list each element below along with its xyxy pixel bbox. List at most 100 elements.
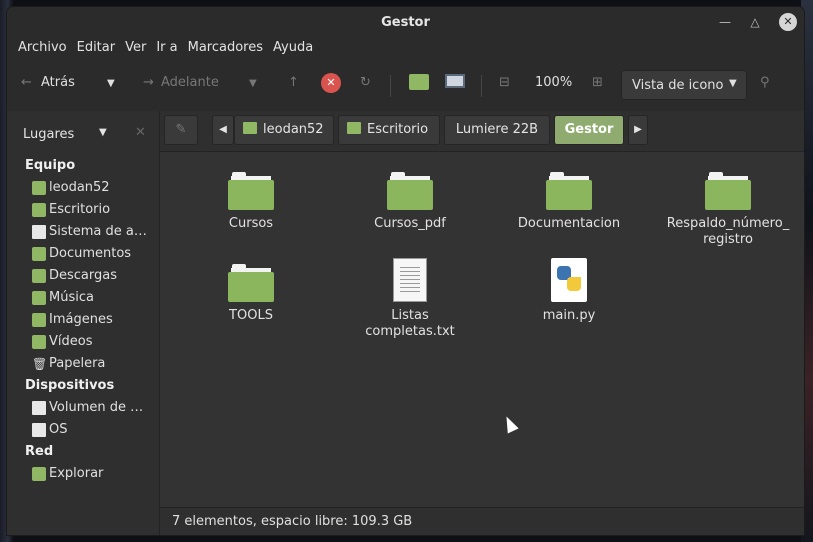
breadcrumb-leodan52[interactable]: leodan52 bbox=[234, 115, 334, 145]
places-label: Lugares bbox=[23, 127, 75, 142]
file-manager-window: Gestor — △ ✕ Archivo Editar Ver Ir a Mar… bbox=[7, 7, 804, 535]
file-item[interactable]: TOOLS bbox=[186, 264, 316, 324]
folder-icon bbox=[546, 172, 592, 210]
folder-icon bbox=[32, 269, 46, 283]
home-icon bbox=[32, 181, 46, 195]
back-history-dropdown[interactable]: ▼ bbox=[107, 78, 115, 89]
up-arrow-icon[interactable]: ↑ bbox=[288, 75, 299, 90]
chevron-down-icon: ▼ bbox=[729, 78, 737, 89]
python-file-icon bbox=[551, 258, 587, 302]
breadcrumb-gestor[interactable]: Gestor bbox=[554, 115, 624, 145]
computer-icon[interactable] bbox=[445, 74, 465, 88]
path-scroll-right-button[interactable]: ▶ bbox=[628, 115, 648, 145]
toolbar-separator bbox=[481, 75, 482, 97]
reload-icon[interactable]: ↻ bbox=[360, 75, 371, 90]
file-name: Listas completas.txt bbox=[365, 308, 455, 339]
sidebar-item-videos[interactable]: Vídeos bbox=[7, 331, 147, 353]
status-bar: 7 elementos, espacio libre: 109.3 GB bbox=[160, 507, 804, 535]
forward-history-dropdown[interactable]: ▼ bbox=[249, 78, 257, 89]
folder-icon bbox=[347, 122, 361, 134]
status-text: 7 elementos, espacio libre: 109.3 GB bbox=[172, 514, 413, 529]
drive-icon bbox=[32, 401, 46, 415]
folder-icon bbox=[228, 264, 274, 302]
path-bar: ✎ ◀ leodan52 Escritorio Lumiere 22B Gest… bbox=[160, 111, 804, 152]
network-icon bbox=[32, 467, 46, 481]
toolbar: ← Atrás ▼ → Adelante ▼ ↑ ✕ ↻ ⊟ 100% ⊞ Vi… bbox=[7, 61, 804, 112]
file-item[interactable]: Listas completas.txt bbox=[345, 258, 475, 340]
file-item[interactable]: main.py bbox=[504, 258, 634, 324]
file-name: TOOLS bbox=[229, 308, 273, 323]
menu-marcadores[interactable]: Marcadores bbox=[183, 37, 268, 61]
folder-icon bbox=[32, 247, 46, 261]
menu-bar: Archivo Editar Ver Ir a Marcadores Ayuda bbox=[7, 37, 804, 61]
menu-ver[interactable]: Ver bbox=[120, 37, 151, 61]
stop-icon[interactable]: ✕ bbox=[321, 73, 341, 93]
file-name: Cursos bbox=[228, 216, 274, 231]
title-bar: Gestor — △ ✕ bbox=[7, 7, 804, 37]
forward-button[interactable]: Adelante bbox=[161, 75, 219, 90]
home-icon bbox=[243, 122, 257, 134]
folder-icon bbox=[32, 203, 46, 217]
zoom-in-icon[interactable]: ⊞ bbox=[592, 75, 603, 90]
section-red: Red bbox=[25, 444, 54, 459]
folder-icon bbox=[705, 172, 751, 210]
breadcrumb-escritorio[interactable]: Escritorio bbox=[338, 115, 440, 145]
sidebar-item-musica[interactable]: Música bbox=[7, 287, 147, 309]
file-name: Cursos_pdf bbox=[374, 216, 446, 231]
sidebar-item-imagenes[interactable]: Imágenes bbox=[7, 309, 147, 331]
forward-arrow-icon: → bbox=[143, 75, 154, 90]
menu-editar[interactable]: Editar bbox=[72, 37, 121, 61]
sidebar-item-papelera[interactable]: 🗑 Papelera bbox=[7, 353, 147, 375]
file-name: Respaldo_número_ registro bbox=[666, 216, 790, 247]
file-item[interactable]: Cursos bbox=[186, 172, 316, 232]
path-scroll-left-button[interactable]: ◀ bbox=[212, 115, 234, 145]
file-grid: Cursos Cursos_pdf Documentacion Respaldo… bbox=[160, 152, 804, 507]
drive-icon bbox=[32, 423, 46, 437]
zoom-level: 100% bbox=[535, 75, 573, 90]
back-button[interactable]: Atrás bbox=[41, 75, 75, 90]
folder-icon bbox=[387, 172, 433, 210]
sidebar-item-escritorio[interactable]: Escritorio bbox=[7, 199, 147, 221]
drive-icon bbox=[32, 225, 46, 239]
back-arrow-icon: ← bbox=[21, 75, 32, 90]
sidebar-item-volumen[interactable]: Volumen de 1… bbox=[7, 397, 147, 419]
zoom-out-icon[interactable]: ⊟ bbox=[499, 75, 510, 90]
sidebar-item-os[interactable]: OS bbox=[7, 419, 147, 441]
sidebar-item-explorar[interactable]: Explorar bbox=[7, 463, 147, 485]
section-dispositivos: Dispositivos bbox=[25, 378, 115, 393]
file-item[interactable]: Documentacion bbox=[504, 172, 634, 232]
home-folder-icon[interactable] bbox=[409, 74, 429, 90]
sidebar-item-filesystem[interactable]: Sistema de arc… bbox=[7, 221, 147, 243]
view-mode-label: Vista de icono bbox=[632, 78, 724, 93]
places-list: Equipo leodan52 Escritorio Sistema de ar… bbox=[7, 155, 159, 485]
menu-archivo[interactable]: Archivo bbox=[13, 37, 72, 61]
folder-icon bbox=[32, 291, 46, 305]
chevron-down-icon: ▼ bbox=[99, 127, 107, 138]
minimize-button[interactable]: — bbox=[716, 13, 734, 31]
text-file-icon bbox=[393, 258, 427, 302]
maximize-button[interactable]: △ bbox=[746, 13, 764, 31]
folder-icon bbox=[32, 335, 46, 349]
window-title: Gestor bbox=[381, 15, 430, 30]
section-equipo: Equipo bbox=[25, 158, 76, 173]
sidebar: Lugares ▼ ✕ Equipo leodan52 Escritorio S… bbox=[7, 111, 160, 535]
view-mode-select[interactable]: Vista de icono ▼ bbox=[621, 70, 747, 100]
sidebar-item-documentos[interactable]: Documentos bbox=[7, 243, 147, 265]
places-selector[interactable]: Lugares ▼ ✕ bbox=[13, 119, 153, 149]
close-button[interactable]: ✕ bbox=[779, 13, 797, 31]
file-name: main.py bbox=[542, 308, 596, 323]
edit-path-icon[interactable]: ✎ bbox=[164, 115, 198, 145]
sidebar-item-leodan52[interactable]: leodan52 bbox=[7, 177, 147, 199]
sidebar-item-descargas[interactable]: Descargas bbox=[7, 265, 147, 287]
menu-ir-a[interactable]: Ir a bbox=[151, 37, 182, 61]
close-sidebar-icon[interactable]: ✕ bbox=[135, 125, 146, 140]
search-icon[interactable]: ⚲ bbox=[760, 75, 770, 90]
menu-ayuda[interactable]: Ayuda bbox=[268, 37, 318, 61]
file-name: Documentacion bbox=[517, 216, 621, 231]
file-item[interactable]: Cursos_pdf bbox=[345, 172, 475, 232]
file-item[interactable]: Respaldo_número_ registro bbox=[663, 172, 793, 248]
trash-icon: 🗑 bbox=[32, 357, 48, 371]
breadcrumb-lumiere[interactable]: Lumiere 22B bbox=[444, 115, 550, 145]
folder-icon bbox=[228, 172, 274, 210]
folder-icon bbox=[32, 313, 46, 327]
